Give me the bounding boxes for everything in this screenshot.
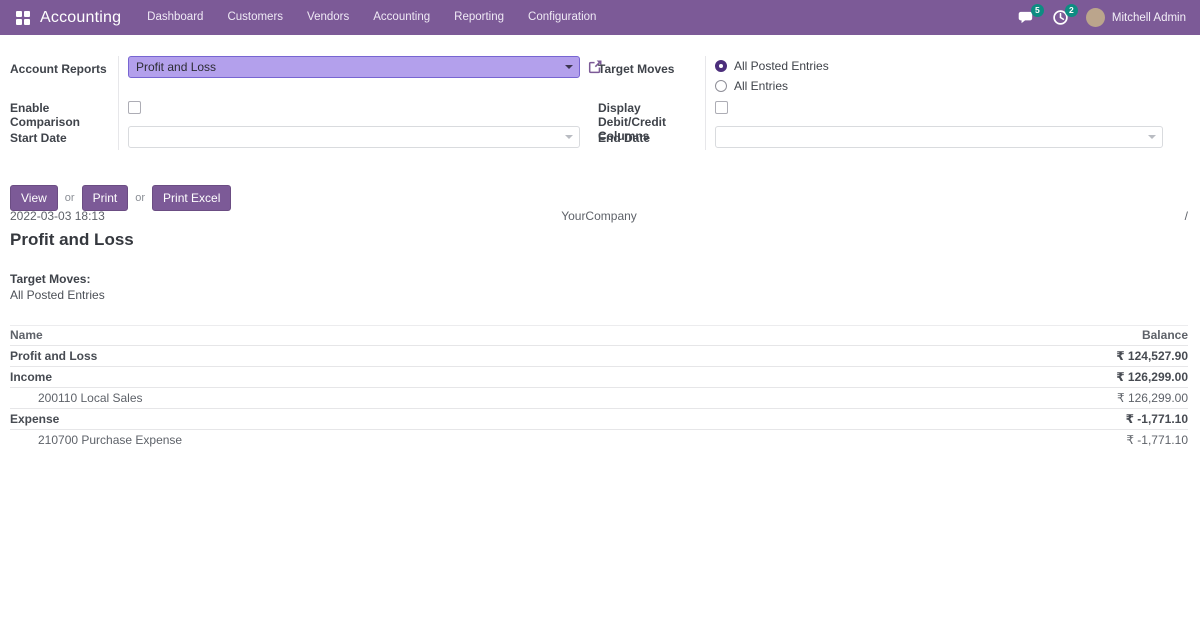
display-debit-credit-checkbox[interactable] (715, 101, 728, 114)
navbar-systray: 5 2 Mitchell Admin (1018, 8, 1190, 27)
report-target-moves-value: All Posted Entries (10, 287, 105, 303)
form-right-column: Target Moves All Posted Entries All Entr… (598, 55, 1190, 151)
report-meta-header: 2022-03-03 18:13 YourCompany / (10, 209, 1188, 223)
app-brand[interactable]: Accounting (40, 9, 121, 27)
menu-item-accounting[interactable]: Accounting (361, 0, 442, 35)
report-company: YourCompany (10, 209, 1188, 223)
menu-item-customers[interactable]: Customers (215, 0, 295, 35)
activities-button[interactable]: 2 (1052, 9, 1070, 27)
user-menu[interactable]: Mitchell Admin (1086, 8, 1186, 27)
table-row: 210700 Purchase Expense ₹ -1,771.10 (10, 430, 1188, 451)
row-name: 200110 Local Sales (10, 388, 143, 409)
row-balance: ₹ 126,299.00 (1116, 367, 1188, 388)
start-date-input[interactable] (128, 126, 580, 148)
table-row: Profit and Loss ₹ 124,527.90 (10, 346, 1188, 367)
row-balance: ₹ -1,771.10 (1126, 409, 1188, 430)
or-separator: or (65, 192, 75, 204)
row-name: Income (10, 367, 52, 388)
radio-all-entries-label: All Entries (734, 79, 788, 93)
report-target-moves-label: Target Moves: (10, 271, 105, 287)
enable-comparison-checkbox[interactable] (128, 101, 141, 114)
row-name: 210700 Purchase Expense (10, 430, 182, 451)
row-name: Expense (10, 409, 59, 430)
chevron-down-icon (565, 135, 573, 139)
table-row: Expense ₹ -1,771.10 (10, 409, 1188, 430)
column-header-balance: Balance (1142, 325, 1188, 346)
table-row: Income ₹ 126,299.00 (10, 367, 1188, 388)
chevron-down-icon (565, 65, 573, 69)
account-reports-value: Profit and Loss (136, 60, 216, 74)
row-name: Profit and Loss (10, 346, 97, 367)
report-options-form: Account Reports Profit and Loss Enable C… (0, 55, 1200, 151)
radio-unselected-icon (715, 80, 727, 92)
form-separator (118, 56, 119, 150)
messages-badge: 5 (1031, 4, 1044, 17)
row-balance: ₹ 126,299.00 (1117, 388, 1188, 409)
row-balance: ₹ 124,527.90 (1116, 346, 1188, 367)
radio-selected-icon (715, 60, 727, 72)
account-reports-select[interactable]: Profit and Loss (128, 56, 580, 78)
or-separator: or (135, 192, 145, 204)
menu-item-vendors[interactable]: Vendors (295, 0, 361, 35)
avatar (1086, 8, 1105, 27)
table-header-row: Name Balance (10, 325, 1188, 346)
menu-item-reporting[interactable]: Reporting (442, 0, 516, 35)
radio-all-posted-entries-label: All Posted Entries (734, 59, 829, 73)
form-left-column: Account Reports Profit and Loss Enable C… (10, 55, 592, 151)
report-table: Name Balance Profit and Loss ₹ 124,527.9… (10, 325, 1188, 451)
report-title: Profit and Loss (10, 230, 134, 250)
print-button[interactable]: Print (82, 185, 129, 211)
row-balance: ₹ -1,771.10 (1126, 430, 1188, 451)
radio-all-entries[interactable]: All Entries (715, 79, 788, 93)
apps-menu-icon[interactable] (16, 11, 30, 25)
column-header-name: Name (10, 325, 43, 346)
target-moves-label: Target Moves (598, 62, 702, 76)
main-menu: Dashboard Customers Vendors Accounting R… (135, 0, 608, 35)
chevron-down-icon (1148, 135, 1156, 139)
top-navbar: Accounting Dashboard Customers Vendors A… (0, 0, 1200, 35)
form-separator (705, 56, 706, 150)
table-row: 200110 Local Sales ₹ 126,299.00 (10, 388, 1188, 409)
radio-all-posted-entries[interactable]: All Posted Entries (715, 59, 829, 73)
view-button[interactable]: View (10, 185, 58, 211)
user-name: Mitchell Admin (1112, 12, 1186, 24)
enable-comparison-label: Enable Comparison (10, 101, 114, 129)
account-reports-label: Account Reports (10, 62, 114, 76)
report-target-moves: Target Moves: All Posted Entries (10, 271, 105, 303)
accounting-report-page: Accounting Dashboard Customers Vendors A… (0, 0, 1200, 618)
start-date-label: Start Date (10, 131, 114, 145)
print-excel-button[interactable]: Print Excel (152, 185, 231, 211)
menu-item-dashboard[interactable]: Dashboard (135, 0, 215, 35)
messages-button[interactable]: 5 (1018, 9, 1036, 27)
menu-item-configuration[interactable]: Configuration (516, 0, 608, 35)
end-date-input[interactable] (715, 126, 1163, 148)
activities-badge: 2 (1065, 4, 1078, 17)
action-buttons: View or Print or Print Excel (10, 185, 231, 211)
end-date-label: End Date (598, 131, 702, 145)
